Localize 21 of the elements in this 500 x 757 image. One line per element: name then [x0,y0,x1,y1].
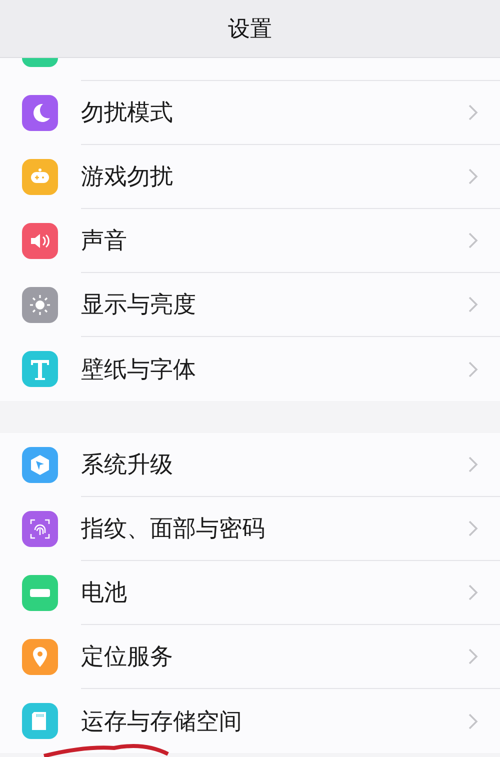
chevron-icon [468,456,478,473]
row-label[interactable]: 电池 [81,577,468,608]
chevron-icon [468,648,478,665]
page-title: 设置 [228,16,272,44]
row-label[interactable]: 壁纸与字体 [81,354,468,384]
chevron-icon [468,104,478,121]
row-label[interactable]: 运存与存储空间 [81,706,468,736]
chevron-icon [468,232,478,249]
row-label[interactable]: 定位服务 [81,641,468,672]
chevron-icon [468,360,478,378]
row-label[interactable]: 显示与亮度 [81,289,468,320]
row-label[interactable]: 声音 [81,225,468,256]
chevron-icon [468,296,478,313]
row-label[interactable]: 系统升级 [81,449,468,480]
row-label[interactable]: 游戏勿扰 [81,161,468,192]
chevron-icon [468,712,478,730]
chevron-icon [468,584,478,601]
row-label[interactable]: 勿扰模式 [81,97,468,128]
row-label[interactable]: 指纹、面部与密码 [81,513,468,544]
chevron-icon [468,520,478,537]
chevron-icon [468,168,478,185]
